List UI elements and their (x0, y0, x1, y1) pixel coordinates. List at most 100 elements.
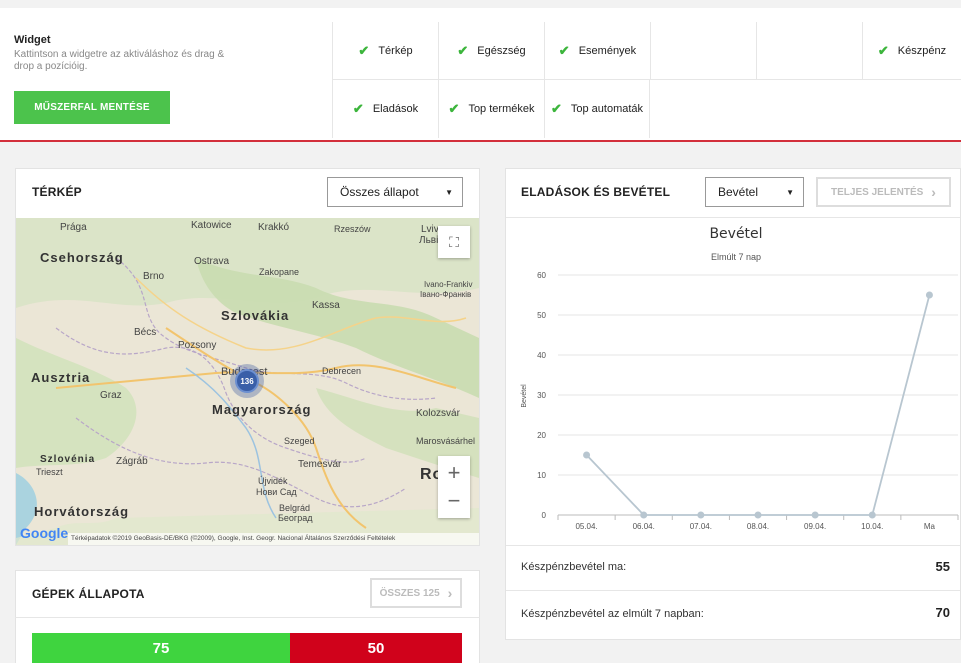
machines-panel-title: GÉPEK ÁLLAPOTA (32, 587, 145, 601)
map-place-label: Kolozsvár (416, 408, 460, 419)
check-icon: ✔ (877, 42, 889, 58)
data-point[interactable] (925, 291, 933, 299)
check-icon: ✔ (558, 42, 570, 58)
check-icon: ✔ (358, 42, 370, 58)
y-tick-label: 40 (537, 351, 546, 360)
y-tick-label: 50 (537, 311, 546, 320)
fullscreen-icon: ⛶ (449, 233, 459, 250)
sales-metric-value: Bevétel (718, 185, 759, 199)
status-online-segment[interactable]: 75 (32, 633, 290, 663)
widget-label: Események (578, 44, 637, 57)
widget-label: Készpénz (897, 44, 947, 57)
widget-empty-slot (650, 22, 756, 80)
map-country-label: Ausztria (31, 370, 91, 385)
map-place-label: Graz (100, 390, 122, 401)
map-place-label: Kassa (312, 300, 340, 311)
stat-label: Készpénzbevétel az elmúlt 7 napban: (521, 608, 704, 620)
map-country-label: Magyarország (212, 402, 312, 417)
map-view[interactable]: Prága Katowice Krakkó Rzeszów Lviv Львів… (16, 218, 479, 545)
check-icon: ✔ (352, 101, 364, 116)
map-place-label: Trieszt (36, 467, 63, 477)
map-country-label: Szlovákia (221, 308, 290, 323)
check-icon: ✔ (550, 101, 562, 116)
x-tick-label: 05.04. (575, 522, 597, 531)
data-point[interactable] (697, 511, 705, 519)
save-dashboard-button[interactable]: MŰSZERFAL MENTÉSE (14, 91, 170, 124)
zoom-in-button[interactable]: + (448, 459, 461, 487)
x-tick-label: 09.04. (804, 522, 826, 531)
all-machines-button[interactable]: ÖSSZES 125 › (370, 578, 462, 608)
stat-value: 70 (935, 605, 950, 620)
widget-label: Top automaták (570, 103, 644, 115)
all-machines-label: ÖSSZES 125 (379, 587, 440, 599)
caret-down-icon: ▼ (786, 187, 794, 197)
map-place-label: Marosvásárhel (416, 436, 476, 446)
map-place-label: Pozsony (178, 340, 217, 351)
map-place-label: Bécs (134, 327, 157, 338)
check-icon: ✔ (448, 101, 460, 116)
data-point[interactable] (640, 511, 648, 519)
x-tick-label: 06.04. (633, 522, 655, 531)
y-tick-label: 20 (537, 431, 546, 440)
chevron-right-icon: › (447, 585, 453, 601)
divider (506, 545, 960, 546)
status-offline-segment[interactable]: 50 (290, 633, 462, 663)
widget-toggle-map[interactable]: ✔ Térkép (332, 22, 438, 80)
map-panel-title: TÉRKÉP (32, 185, 82, 199)
data-point[interactable] (868, 511, 876, 519)
map-place-label: Нови Сад (256, 487, 297, 497)
map-place-label: Újvidék (258, 476, 288, 486)
full-report-label: TELJES JELENTÉS (831, 186, 924, 198)
widget-toggle-health[interactable]: ✔ Egészség (438, 22, 544, 80)
fullscreen-button[interactable]: ⛶ (438, 226, 470, 258)
widget-info: Widget Kattintson a widgetre az aktiválá… (14, 34, 314, 73)
chart-subtitle: Elmúlt 7 nap (711, 252, 761, 262)
map-status-filter[interactable]: Összes állapot ▼ (327, 177, 463, 207)
map-place-label: Debrecen (322, 366, 362, 376)
widget-hint: Kattintson a widgetre az aktiváláshoz és… (14, 49, 225, 72)
x-tick-label: 07.04. (690, 522, 712, 531)
full-report-button[interactable]: TELJES JELENTÉS › (816, 177, 951, 207)
y-tick-label: 0 (542, 511, 547, 520)
data-point[interactable] (754, 511, 762, 519)
map-place-label: Ivano-Frankiv (424, 280, 473, 289)
zoom-out-button[interactable]: − (448, 487, 461, 515)
map-cluster-marker[interactable]: 136 (230, 364, 264, 398)
y-tick-label: 30 (537, 391, 546, 400)
chart-y-axis-label: Bevétel (521, 384, 528, 408)
sales-metric-select[interactable]: Bevétel ▼ (705, 177, 804, 207)
map-place-label: Zágráb (116, 456, 148, 467)
x-tick-label: 08.04. (747, 522, 769, 531)
map-place-label: Lviv (421, 224, 439, 235)
map-place-label: Ostrava (194, 256, 230, 267)
map-country-label: Csehország (40, 250, 124, 265)
map-place-label: Katowice (191, 220, 232, 231)
y-tick-label: 10 (537, 471, 546, 480)
map-place-label: Krakkó (258, 222, 290, 233)
stat-value: 55 (935, 559, 950, 574)
chevron-right-icon: › (931, 184, 936, 200)
widget-bar: Widget Kattintson a widgetre az aktiválá… (0, 8, 961, 142)
widget-toggle-events[interactable]: ✔ Események (544, 22, 650, 80)
widget-toggle-top-products[interactable]: ✔ Top termékek (438, 80, 544, 138)
chart-title: Bevétel (709, 226, 762, 242)
widget-label: Egészség (477, 44, 526, 57)
widget-empty-slot (756, 22, 862, 80)
map-place-label: Temesvár (298, 459, 342, 470)
divider (15, 617, 480, 618)
widget-toggle-top-machines[interactable]: ✔ Top automaták (544, 80, 650, 138)
x-tick-label: Ma (924, 522, 936, 531)
widget-label: Top termékek (468, 103, 535, 115)
data-point[interactable] (811, 511, 819, 519)
data-point[interactable] (583, 451, 591, 459)
map-place-label: Prága (60, 222, 87, 233)
caret-down-icon: ▼ (445, 187, 453, 197)
sales-panel-title: ELADÁSOK ÉS BEVÉTEL (521, 185, 671, 199)
map-place-label: Zakopane (259, 267, 300, 277)
divider (506, 590, 960, 591)
widget-toggle-cash[interactable]: ✔ Készpénz (862, 22, 961, 80)
stat-label: Készpénzbevétel ma: (521, 561, 627, 573)
map-country-label: Horvátország (34, 504, 130, 519)
widget-label: Térkép (378, 44, 413, 57)
widget-toggle-sales[interactable]: ✔ Eladások (332, 80, 438, 138)
